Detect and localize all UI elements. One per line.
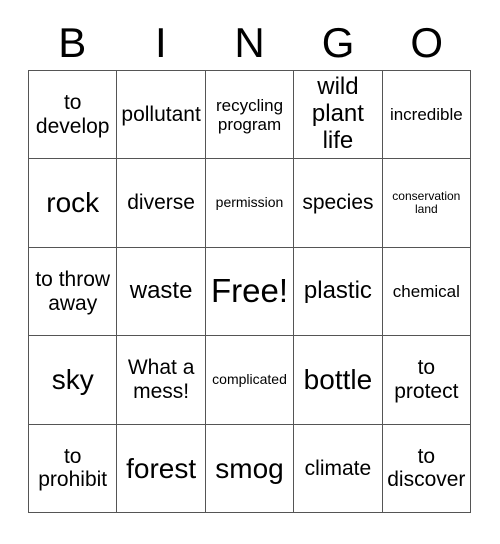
bingo-cell[interactable]: chemical: [382, 247, 472, 337]
bingo-grid: to develop pollutant recycling program w…: [28, 70, 472, 514]
bingo-cell-text: incredible: [389, 105, 463, 125]
bingo-cell-text: diverse: [127, 191, 195, 215]
bingo-cell[interactable]: species: [294, 159, 383, 248]
bingo-cell[interactable]: What a mess!: [117, 336, 206, 425]
bingo-cell-text: smog: [215, 452, 284, 484]
bingo-cell-text: chemical: [392, 282, 460, 301]
bingo-cell[interactable]: to develop: [29, 71, 118, 160]
bingo-cell-text: to discover: [387, 444, 466, 492]
bingo-cell[interactable]: smog: [205, 424, 295, 514]
bingo-cell-text: complicated: [212, 371, 287, 388]
bingo-cell[interactable]: complicated: [205, 336, 295, 425]
bingo-cell-text: to prohibit: [38, 444, 108, 492]
bingo-header-letter-n: N: [234, 19, 265, 66]
bingo-cell[interactable]: incredible: [382, 71, 472, 160]
bingo-cell-text: to develop: [35, 91, 110, 138]
bingo-cell[interactable]: sky: [29, 336, 118, 425]
bingo-cell-text: recycling program: [215, 95, 284, 134]
bingo-row: to develop pollutant recycling program w…: [29, 71, 472, 160]
bingo-header-letter-b: B: [58, 19, 87, 66]
bingo-cell[interactable]: to throw away: [29, 247, 118, 337]
bingo-cell-text: conservation land: [392, 188, 461, 217]
bingo-cell[interactable]: wild plant life: [294, 71, 383, 160]
bingo-cell-text: bottle: [303, 364, 373, 396]
bingo-cell-text: wild plant life: [311, 73, 364, 155]
bingo-cell[interactable]: diverse: [117, 159, 206, 248]
bingo-cell-text: waste: [129, 277, 193, 305]
bingo-cell[interactable]: conservation land: [382, 159, 472, 248]
bingo-cell[interactable]: bottle: [294, 336, 383, 425]
bingo-card: B I N G O to develop pollutant recycling…: [0, 0, 500, 544]
bingo-cell[interactable]: climate: [294, 424, 383, 514]
bingo-cell-text: species: [302, 191, 374, 215]
bingo-cell-text: plastic: [303, 277, 372, 305]
bingo-cell[interactable]: forest: [117, 424, 206, 514]
bingo-cell-text: pollutant: [121, 102, 201, 126]
bingo-header-letter-i: I: [155, 19, 167, 66]
bingo-free-space-text: Free!: [211, 272, 289, 310]
bingo-row: to prohibit forest smog climate to disco…: [29, 424, 472, 514]
bingo-row: to throw away waste Free! plastic chemic…: [29, 247, 472, 337]
bingo-cell[interactable]: to discover: [382, 424, 472, 514]
bingo-header-row: B I N G O: [28, 16, 471, 70]
bingo-row: rock diverse permission species conserva…: [29, 159, 472, 248]
bingo-cell[interactable]: permission: [205, 159, 295, 248]
bingo-cell-text: permission: [215, 194, 284, 211]
bingo-header-letter-o: O: [410, 19, 443, 66]
bingo-cell-text: rock: [46, 187, 100, 219]
bingo-cell[interactable]: to protect: [382, 336, 472, 425]
bingo-cell[interactable]: to prohibit: [29, 424, 118, 514]
bingo-cell-text: sky: [51, 364, 94, 396]
bingo-cell-text: to throw away: [35, 268, 111, 315]
bingo-cell[interactable]: recycling program: [205, 71, 295, 160]
bingo-free-space-cell[interactable]: Free!: [205, 247, 295, 337]
bingo-cell[interactable]: rock: [29, 159, 118, 248]
bingo-header-letter-g: G: [321, 19, 355, 66]
bingo-cell[interactable]: plastic: [294, 247, 383, 337]
bingo-row: sky What a mess! complicated bottle to p…: [29, 336, 472, 425]
bingo-cell[interactable]: pollutant: [117, 71, 206, 160]
bingo-cell[interactable]: waste: [117, 247, 206, 337]
bingo-cell-text: What a mess!: [127, 356, 195, 403]
bingo-cell-text: to protect: [394, 356, 459, 403]
bingo-cell-text: forest: [126, 452, 197, 484]
bingo-cell-text: climate: [304, 456, 372, 480]
